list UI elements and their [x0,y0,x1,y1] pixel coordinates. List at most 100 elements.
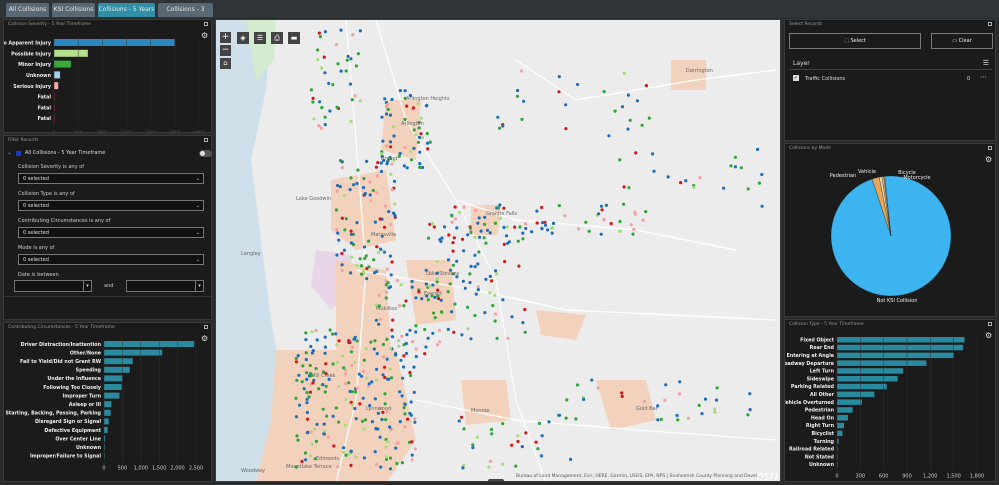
collision-point[interactable] [651,152,655,156]
collision-point[interactable] [412,365,416,369]
chevron-down-icon[interactable]: ▾ [83,281,91,291]
collision-point[interactable] [370,380,374,384]
bar[interactable] [104,401,112,408]
collision-point[interactable] [344,217,348,221]
collision-point[interactable] [294,415,298,419]
collision-point[interactable] [304,458,308,462]
collision-point[interactable] [361,369,365,373]
collision-point[interactable] [600,208,604,212]
collision-point[interactable] [641,218,645,222]
collision-point[interactable] [633,212,637,216]
bar[interactable] [104,358,133,365]
collision-point[interactable] [391,318,395,322]
collision-point[interactable] [373,397,377,401]
collision-point[interactable] [596,386,600,390]
collision-point[interactable] [546,228,550,232]
collision-point[interactable] [383,402,387,406]
collision-point[interactable] [310,442,314,446]
collision-point[interactable] [569,457,573,461]
collision-point[interactable] [364,346,368,351]
collision-point[interactable] [453,302,457,306]
collision-point[interactable] [535,209,539,213]
collision-point[interactable] [565,398,569,402]
collision-point[interactable] [375,367,379,371]
collision-point[interactable] [435,280,439,284]
collision-point[interactable] [597,212,601,216]
tab-collisions-5-years[interactable]: Collisions - 5 Years [98,3,155,17]
collision-point[interactable] [294,396,298,400]
collision-point[interactable] [370,420,374,424]
collision-point[interactable] [311,100,315,104]
bar[interactable] [104,349,163,356]
collision-point[interactable] [349,449,353,453]
collision-point[interactable] [431,283,435,287]
collision-point[interactable] [403,425,407,429]
collision-point[interactable] [373,271,377,275]
collision-point[interactable] [385,337,389,341]
collision-point[interactable] [360,272,364,276]
collision-point[interactable] [659,417,663,421]
collision-point[interactable] [361,396,365,400]
bar[interactable] [54,82,59,90]
collision-point[interactable] [516,239,520,243]
collision-point[interactable] [395,279,399,283]
bar[interactable] [104,427,108,433]
collision-point[interactable] [627,186,631,190]
collision-point[interactable] [398,390,402,394]
collision-point[interactable] [757,181,762,185]
collision-point[interactable] [383,392,387,396]
collision-point[interactable] [384,418,388,422]
collision-point[interactable] [305,391,309,395]
collision-point[interactable] [458,210,462,214]
collision-point[interactable] [384,296,388,300]
collision-point[interactable] [534,440,538,444]
collision-point[interactable] [417,290,421,294]
collision-point[interactable] [489,459,493,463]
collision-point[interactable] [399,358,403,362]
collision-point[interactable] [698,176,702,180]
collision-point[interactable] [453,217,458,221]
collision-point[interactable] [503,259,507,264]
collision-point[interactable] [461,279,465,283]
collision-point[interactable] [577,227,581,231]
collision-point[interactable] [294,356,298,361]
collision-point[interactable] [357,372,361,376]
collision-point[interactable] [390,328,394,332]
zoom-out-button[interactable]: − [220,45,231,56]
collision-point[interactable] [302,387,306,391]
bar[interactable] [837,383,887,390]
collision-point[interactable] [403,89,407,93]
collision-point[interactable] [425,103,429,108]
collision-point[interactable] [713,410,717,414]
bar[interactable] [837,352,954,359]
collision-point[interactable] [323,115,327,119]
collision-point[interactable] [373,450,377,454]
collision-point[interactable] [476,221,480,225]
collision-point[interactable] [418,165,422,169]
collision-point[interactable] [431,331,435,335]
start-date-input[interactable]: ▾ [14,280,92,292]
collision-point[interactable] [383,97,387,101]
collision-point[interactable] [378,435,382,439]
collision-point[interactable] [530,230,534,234]
collision-point[interactable] [514,464,518,468]
collision-point[interactable] [375,174,380,178]
collision-point[interactable] [388,367,392,371]
collision-point[interactable] [620,105,625,109]
collision-point[interactable] [475,435,479,439]
collision-point[interactable] [398,151,402,156]
collision-point[interactable] [439,310,444,314]
collision-point[interactable] [485,228,490,232]
collision-point[interactable] [426,236,431,240]
collision-point[interactable] [365,159,369,163]
collision-point[interactable] [446,327,450,331]
more-options-icon[interactable]: ⋯ [980,73,987,81]
bar[interactable] [837,376,898,382]
collision-point[interactable] [461,466,465,470]
collision-point[interactable] [394,446,398,450]
collision-point[interactable] [599,232,603,236]
collision-point[interactable] [368,193,372,197]
collision-point[interactable] [315,338,319,342]
collision-point[interactable] [315,422,319,426]
collision-point[interactable] [466,233,470,237]
